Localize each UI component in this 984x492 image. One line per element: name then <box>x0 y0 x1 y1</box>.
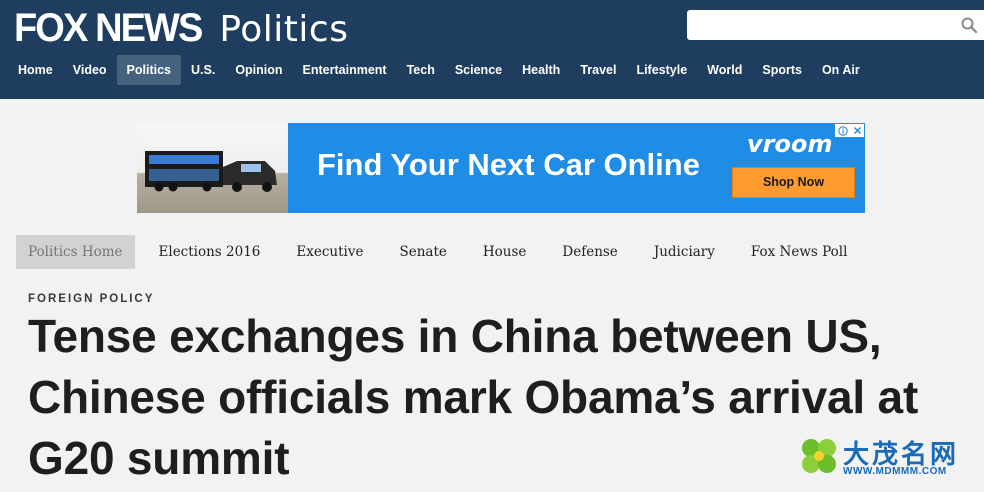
nav-item-home[interactable]: Home <box>8 55 63 85</box>
section-tab-judiciary[interactable]: Judiciary <box>636 235 733 269</box>
nav-item-science[interactable]: Science <box>445 55 512 85</box>
main-nav: Home Video Politics U.S. Opinion Entertainmen… <box>8 55 870 85</box>
nav-item-video[interactable]: Video <box>63 55 117 85</box>
section-tab-fox-news-poll[interactable]: Fox News Poll <box>733 235 866 269</box>
nav-item-politics[interactable]: Politics <box>116 55 182 85</box>
ad-shop-now-button[interactable]: Shop Now <box>732 167 855 198</box>
watermark-url: WWW.MDMMM.COM <box>843 466 947 477</box>
section-nav: Politics Home Elections 2016 Executive Sena… <box>16 235 865 269</box>
nav-item-sports[interactable]: Sports <box>752 55 812 85</box>
section-tab-defense[interactable]: Defense <box>544 235 635 269</box>
nav-item-opinion[interactable]: Opinion <box>225 55 292 85</box>
nav-item-health[interactable]: Health <box>512 55 570 85</box>
section-tab-elections-2016[interactable]: Elections 2016 <box>141 235 279 269</box>
article-kicker[interactable]: FOREIGN POLICY <box>28 293 154 305</box>
watermark: 大茂名网 WWW.MDMMM.COM <box>797 434 977 482</box>
ad-brand-logo: vroom <box>747 130 833 158</box>
section-tab-house[interactable]: House <box>465 235 545 269</box>
section-tab-senate[interactable]: Senate <box>381 235 464 269</box>
nav-item-lifestyle[interactable]: Lifestyle <box>626 55 697 85</box>
site-logo[interactable]: FOX NEWS Politics <box>14 6 348 52</box>
nav-item-u-s[interactable]: U.S. <box>181 55 225 85</box>
info-icon[interactable] <box>837 125 848 136</box>
brand-section-title: Politics <box>219 9 349 50</box>
section-tab-politics-home[interactable]: Politics Home <box>16 235 135 269</box>
search-icon[interactable] <box>960 16 978 34</box>
nav-item-entertainment[interactable]: Entertainment <box>293 55 397 85</box>
close-icon[interactable] <box>853 126 862 135</box>
ad-truck-photo <box>137 123 288 213</box>
nav-item-tech[interactable]: Tech <box>397 55 445 85</box>
brand-fox-news: FOX NEWS <box>14 6 203 50</box>
clover-logo-icon <box>802 439 836 473</box>
ad-choices[interactable] <box>835 124 864 137</box>
nav-item-world[interactable]: World <box>697 55 752 85</box>
ad-banner[interactable]: Find Your Next Car Online vroom Shop Now <box>137 123 865 213</box>
search-input[interactable] <box>687 10 984 40</box>
site-header: FOX NEWS Politics Home Video Politics U.S. O… <box>0 0 984 99</box>
section-tab-executive[interactable]: Executive <box>278 235 381 269</box>
nav-item-travel[interactable]: Travel <box>570 55 626 85</box>
nav-item-on-air[interactable]: On Air <box>812 55 870 85</box>
ad-headline: Find Your Next Car Online <box>317 147 700 182</box>
